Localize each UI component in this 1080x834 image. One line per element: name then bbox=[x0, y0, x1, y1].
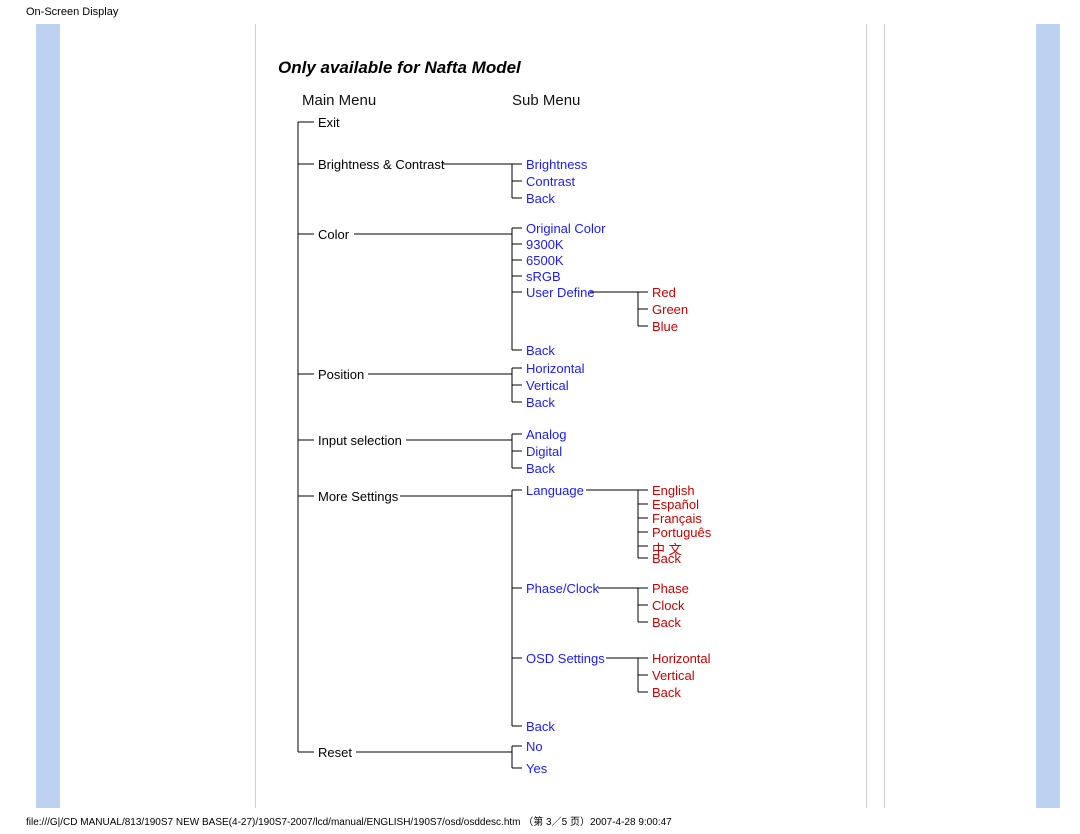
sub-color-3: sRGB bbox=[526, 269, 561, 284]
decor-bar-right bbox=[1036, 24, 1060, 808]
heading-sub-menu: Sub Menu bbox=[512, 92, 580, 109]
menu-input: Input selection bbox=[318, 433, 402, 448]
footer-path: file:///G|/CD MANUAL/813/190S7 NEW BASE(… bbox=[26, 813, 672, 828]
lang-1: Español bbox=[652, 497, 699, 512]
lang-2: Français bbox=[652, 511, 702, 526]
menu-position: Position bbox=[318, 367, 364, 382]
osd-2: Back bbox=[652, 685, 681, 700]
menu-exit: Exit bbox=[318, 115, 340, 130]
sub-reset-1: Yes bbox=[526, 761, 547, 776]
osd-0: Horizontal bbox=[652, 651, 711, 666]
sub-position-2: Back bbox=[526, 395, 555, 410]
page-title: Only available for Nafta Model bbox=[278, 58, 858, 78]
sub-more-phase: Phase/Clock bbox=[526, 581, 599, 596]
sub-input-2: Back bbox=[526, 461, 555, 476]
sub-color-5: Back bbox=[526, 343, 555, 358]
decor-bar-left bbox=[36, 24, 60, 808]
lang-3: Português bbox=[652, 525, 711, 540]
sub-brightness-2: Back bbox=[526, 191, 555, 206]
sub-color-2: 6500K bbox=[526, 253, 564, 268]
decor-line-a bbox=[255, 24, 256, 808]
menu-reset: Reset bbox=[318, 745, 352, 760]
lang-5: Back bbox=[652, 551, 681, 566]
heading-main-menu: Main Menu bbox=[302, 92, 376, 109]
osd-1: Vertical bbox=[652, 668, 695, 683]
sub-color-user-1: Green bbox=[652, 302, 688, 317]
sub-brightness-1: Contrast bbox=[526, 174, 575, 189]
sub-color-4: User Define bbox=[526, 285, 595, 300]
decor-line-c bbox=[884, 24, 885, 808]
sub-brightness-0: Brightness bbox=[526, 157, 587, 172]
sub-more-osd: OSD Settings bbox=[526, 651, 605, 666]
sub-color-user-0: Red bbox=[652, 285, 676, 300]
menu-brightness: Brightness & Contrast bbox=[318, 157, 444, 172]
sub-reset-0: No bbox=[526, 739, 543, 754]
sub-input-0: Analog bbox=[526, 427, 566, 442]
phase-2: Back bbox=[652, 615, 681, 630]
sub-position-1: Vertical bbox=[526, 378, 569, 393]
phase-0: Phase bbox=[652, 581, 689, 596]
page-header: On-Screen Display bbox=[26, 6, 118, 18]
sub-color-0: Original Color bbox=[526, 221, 605, 236]
menu-more: More Settings bbox=[318, 489, 398, 504]
phase-1: Clock bbox=[652, 598, 685, 613]
lang-0: English bbox=[652, 483, 695, 498]
sub-color-1: 9300K bbox=[526, 237, 564, 252]
sub-input-1: Digital bbox=[526, 444, 562, 459]
sub-more-language: Language bbox=[526, 483, 584, 498]
sub-position-0: Horizontal bbox=[526, 361, 585, 376]
sub-more-back: Back bbox=[526, 719, 555, 734]
sub-color-user-2: Blue bbox=[652, 319, 678, 334]
osd-tree: Only available for Nafta Model Main Menu… bbox=[278, 58, 858, 90]
decor-line-b bbox=[866, 24, 867, 808]
menu-color: Color bbox=[318, 227, 349, 242]
